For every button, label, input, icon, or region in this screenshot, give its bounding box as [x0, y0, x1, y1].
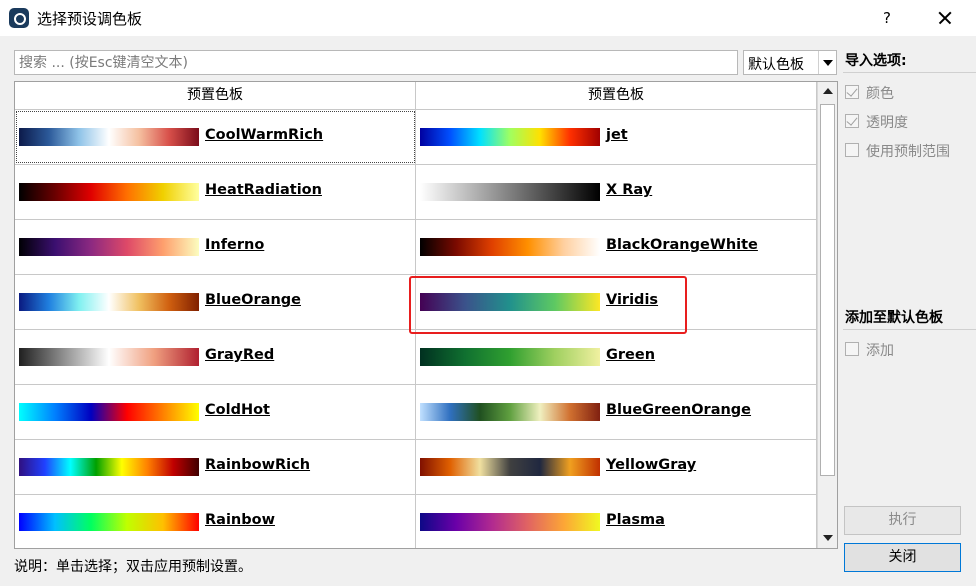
palette-filter-dropdown[interactable]: 默认色板 — [743, 50, 837, 75]
palette-cell[interactable]: BlueGreenOrange — [416, 385, 817, 439]
palette-cell[interactable]: jet — [416, 110, 817, 164]
palette-cell[interactable]: YellowGray — [416, 440, 817, 494]
palette-gradient-swatch — [420, 183, 600, 201]
close-button[interactable]: 关闭 — [844, 543, 961, 572]
add-default-heading: 添加至默认色板 — [845, 310, 943, 326]
palette-cell[interactable]: BlueOrange — [15, 275, 416, 329]
palette-name: BlackOrangeWhite — [606, 237, 758, 253]
palette-name: RainbowRich — [205, 457, 311, 473]
palette-name: HeatRadiation — [205, 182, 322, 198]
palette-gradient-swatch — [420, 348, 600, 366]
palette-cell[interactable]: ColdHot — [15, 385, 416, 439]
palette-gradient-swatch — [19, 293, 199, 311]
palette-gradient-swatch — [19, 348, 199, 366]
palette-cell[interactable]: Plasma — [416, 495, 817, 548]
palette-name: Plasma — [606, 512, 665, 528]
palette-cell[interactable]: Viridis — [416, 275, 817, 329]
scroll-up-icon[interactable] — [818, 82, 837, 102]
table-row: Inferno BlackOrangeWhite — [15, 220, 817, 275]
palette-name: CoolWarmRich — [205, 127, 324, 143]
palette-gradient-swatch — [19, 183, 199, 201]
palette-name: Rainbow — [205, 512, 275, 528]
palette-name: X Ray — [606, 182, 653, 198]
add-checkbox-label: 添加 — [866, 343, 894, 359]
scroll-down-icon[interactable] — [818, 528, 837, 548]
title-bar: 选择预设调色板 ? — [0, 0, 976, 36]
palette-name: Viridis — [606, 292, 659, 308]
palette-gradient-swatch — [420, 403, 600, 421]
table-row: GrayRed Green — [15, 330, 817, 385]
run-button[interactable]: 执行 — [844, 506, 961, 535]
table-row: Rainbow Plasma — [15, 495, 817, 548]
palette-gradient-swatch — [19, 403, 199, 421]
table-row: CoolWarmRich jet — [15, 110, 817, 165]
palette-cell[interactable]: HeatRadiation — [15, 165, 416, 219]
search-input[interactable] — [14, 50, 738, 75]
chevron-down-icon[interactable] — [818, 51, 836, 74]
divider — [843, 72, 976, 73]
palette-name: BlueOrange — [205, 292, 301, 308]
opacity-checkbox[interactable] — [845, 114, 859, 128]
use-preset-range-label: 使用预制范围 — [866, 144, 950, 160]
palette-cell[interactable]: CoolWarmRich — [15, 110, 416, 164]
opacity-checkbox-label: 透明度 — [866, 115, 908, 131]
palette-cell[interactable]: Rainbow — [15, 495, 416, 548]
table-row: RainbowRich YellowGray — [15, 440, 817, 495]
palette-gradient-swatch — [420, 128, 600, 146]
palette-filter-value: 默认色板 — [748, 57, 804, 73]
table-row: BlueOrange Viridis — [15, 275, 817, 330]
grid-header: 预置色板 预置色板 — [15, 82, 817, 110]
palette-cell[interactable]: Green — [416, 330, 817, 384]
palette-gradient-swatch — [19, 238, 199, 256]
color-checkbox-label: 颜色 — [866, 86, 894, 102]
scroll-thumb[interactable] — [820, 104, 835, 476]
divider — [843, 329, 976, 330]
palette-gradient-swatch — [420, 238, 600, 256]
palette-gradient-swatch — [19, 128, 199, 146]
vertical-scrollbar[interactable] — [817, 82, 837, 548]
usage-hint: 说明：单击选择；双击应用预制设置。 — [14, 559, 252, 575]
palette-cell[interactable]: GrayRed — [15, 330, 416, 384]
palette-cell[interactable]: X Ray — [416, 165, 817, 219]
palette-cell[interactable]: BlackOrangeWhite — [416, 220, 817, 274]
palette-gradient-swatch — [19, 458, 199, 476]
palette-name: Green — [606, 347, 656, 363]
palette-cell[interactable]: Inferno — [15, 220, 416, 274]
palette-gradient-swatch — [19, 513, 199, 531]
palette-name: ColdHot — [205, 402, 270, 418]
palette-name: jet — [606, 127, 628, 143]
import-options-heading: 导入选项: — [845, 53, 907, 69]
close-icon[interactable] — [930, 4, 960, 32]
app-icon — [9, 8, 29, 28]
window-title: 选择预设调色板 — [37, 10, 143, 28]
table-row: ColdHot BlueGreenOrange — [15, 385, 817, 440]
color-checkbox[interactable] — [845, 85, 859, 99]
palette-name: BlueGreenOrange — [606, 402, 752, 418]
palette-grid: 预置色板 预置色板 CoolWarmRich jet HeatRadiation X … — [14, 81, 838, 549]
help-button[interactable]: ? — [872, 4, 902, 32]
palette-name: GrayRed — [205, 347, 275, 363]
palette-name: Inferno — [205, 237, 265, 253]
grid-rows: CoolWarmRich jet HeatRadiation X Ray Inferno… — [15, 110, 817, 548]
column-header-right[interactable]: 预置色板 — [416, 82, 817, 110]
palette-gradient-swatch — [420, 293, 600, 311]
palette-gradient-swatch — [420, 513, 600, 531]
table-row: HeatRadiation X Ray — [15, 165, 817, 220]
column-header-left[interactable]: 预置色板 — [15, 82, 416, 110]
palette-name: YellowGray — [606, 457, 697, 473]
palette-cell[interactable]: RainbowRich — [15, 440, 416, 494]
palette-gradient-swatch — [420, 458, 600, 476]
add-checkbox[interactable] — [845, 342, 859, 356]
use-preset-range-checkbox[interactable] — [845, 143, 859, 157]
